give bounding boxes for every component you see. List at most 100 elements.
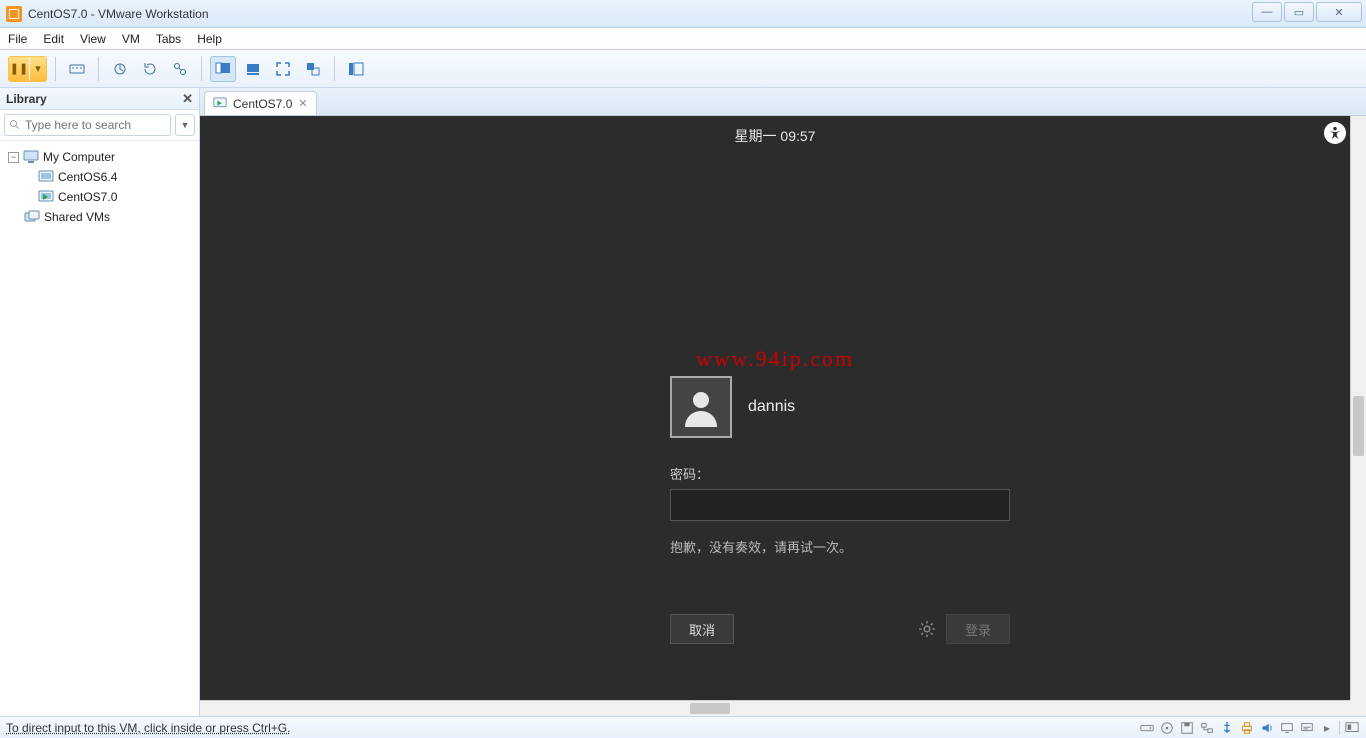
maximize-button[interactable]: ▭: [1284, 2, 1314, 22]
close-button[interactable]: ✕: [1316, 2, 1362, 22]
toolbar-separator: [201, 57, 202, 81]
guest-clock: 星期一 09:57: [200, 126, 1350, 146]
vm-icon: [38, 170, 54, 184]
display-icon[interactable]: [1279, 720, 1295, 736]
library-header: Library ✕: [0, 88, 199, 110]
input-grab-icon[interactable]: [1344, 720, 1360, 736]
app-icon: [6, 6, 22, 22]
vm-tab-centos70[interactable]: CentOS7.0 ✕: [204, 91, 317, 115]
tree-label-centos70: CentOS7.0: [58, 190, 117, 204]
computer-icon: [23, 150, 39, 164]
login-actions: 取消 登录: [670, 614, 1010, 644]
library-panel: Library ✕ ▼ − My Computer CentOS6: [0, 88, 200, 716]
library-search-input[interactable]: [25, 118, 166, 132]
message-icon[interactable]: [1299, 720, 1315, 736]
toolbar-separator: [55, 57, 56, 81]
revert-icon: [142, 61, 158, 77]
scroll-corner: [1350, 700, 1366, 716]
vm-screen-container: 星期一 09:57 www.94ip.com dannis 密码： 抱歉，没有奏…: [200, 116, 1366, 716]
menu-edit[interactable]: Edit: [43, 32, 64, 46]
toolbar: ❚❚ ▾: [0, 50, 1366, 88]
unity-icon: [305, 61, 321, 77]
console-view-icon: [215, 61, 231, 77]
menu-view[interactable]: View: [80, 32, 106, 46]
chevron-right-icon[interactable]: ▸: [1319, 720, 1335, 736]
vm-console[interactable]: 星期一 09:57 www.94ip.com dannis 密码： 抱歉，没有奏…: [200, 116, 1350, 700]
status-device-icons: ▸: [1139, 720, 1360, 736]
username-label: dannis: [748, 398, 795, 416]
login-form: dannis 密码： 抱歉，没有奏效，请再试一次。: [670, 376, 1010, 556]
window-controls: — ▭ ✕: [1252, 2, 1362, 22]
power-dropdown-icon[interactable]: ▾: [30, 57, 46, 81]
unity-button[interactable]: [300, 56, 326, 82]
library-search-dropdown[interactable]: ▼: [175, 114, 195, 136]
tree-node-shared-vms[interactable]: Shared VMs: [4, 207, 195, 227]
revert-snapshot-button[interactable]: [137, 56, 163, 82]
horizontal-scrollbar[interactable]: [200, 700, 1350, 716]
gear-icon[interactable]: [918, 620, 936, 638]
login-error-message: 抱歉，没有奏效，请再试一次。: [670, 537, 1010, 556]
menu-help[interactable]: Help: [197, 32, 222, 46]
login-button[interactable]: 登录: [946, 614, 1010, 644]
login-right-group: 登录: [918, 614, 1010, 644]
user-row: dannis: [670, 376, 1010, 438]
password-label: 密码：: [670, 464, 1010, 483]
snapshot-button[interactable]: [107, 56, 133, 82]
window-title: CentOS7.0 - VMware Workstation: [28, 7, 209, 21]
snapshot-manager-icon: [172, 61, 188, 77]
scrollbar-thumb[interactable]: [690, 703, 730, 714]
harddisk-icon[interactable]: [1139, 720, 1155, 736]
snapshot-manager-button[interactable]: [167, 56, 193, 82]
tab-close-button[interactable]: ✕: [298, 97, 307, 110]
fullscreen-button[interactable]: [270, 56, 296, 82]
menu-vm[interactable]: VM: [122, 32, 140, 46]
watermark-text: www.94ip.com: [200, 346, 1350, 372]
statusbar: To direct input to this VM, click inside…: [0, 716, 1366, 738]
titlebar: CentOS7.0 - VMware Workstation — ▭ ✕: [0, 0, 1366, 28]
tree-node-my-computer[interactable]: − My Computer: [4, 147, 195, 167]
sound-icon[interactable]: [1259, 720, 1275, 736]
power-on-icon[interactable]: ❚❚: [9, 57, 29, 81]
status-hint: To direct input to this VM, click inside…: [6, 721, 290, 735]
menubar: File Edit View VM Tabs Help: [0, 28, 1366, 50]
library-toggle-icon: [348, 61, 364, 77]
menu-file[interactable]: File: [8, 32, 27, 46]
printer-icon[interactable]: [1239, 720, 1255, 736]
power-control[interactable]: ❚❚ ▾: [8, 56, 47, 82]
network-icon[interactable]: [1199, 720, 1215, 736]
user-icon: [681, 387, 721, 427]
password-input[interactable]: [670, 489, 1010, 521]
vm-tabbar: CentOS7.0 ✕: [200, 88, 1366, 116]
scrollbar-thumb[interactable]: [1353, 396, 1364, 456]
library-search-box[interactable]: [4, 114, 171, 136]
menu-tabs[interactable]: Tabs: [156, 32, 181, 46]
show-console-button[interactable]: [210, 56, 236, 82]
fullscreen-icon: [275, 61, 291, 77]
thumbnail-icon: [245, 61, 261, 77]
toolbar-separator: [98, 57, 99, 81]
search-icon: [9, 119, 21, 131]
thumbnail-view-button[interactable]: [240, 56, 266, 82]
tree-node-centos64[interactable]: CentOS6.4: [4, 167, 195, 187]
floppy-icon[interactable]: [1179, 720, 1195, 736]
accessibility-icon[interactable]: [1324, 122, 1346, 144]
toggle-library-button[interactable]: [343, 56, 369, 82]
tree-label-my-computer: My Computer: [43, 150, 115, 164]
vertical-scrollbar[interactable]: [1350, 116, 1366, 700]
collapse-icon[interactable]: −: [8, 152, 19, 163]
minimize-button[interactable]: —: [1252, 2, 1282, 22]
usb-icon[interactable]: [1219, 720, 1235, 736]
tree-label-centos64: CentOS6.4: [58, 170, 117, 184]
toolbar-separator: [334, 57, 335, 81]
cancel-button[interactable]: 取消: [670, 614, 734, 644]
send-ctrl-alt-del-button[interactable]: [64, 56, 90, 82]
library-tree: − My Computer CentOS6.4 CentOS7.0: [0, 141, 199, 233]
vm-running-icon: [38, 190, 54, 204]
library-search-row: ▼: [0, 110, 199, 141]
cdrom-icon[interactable]: [1159, 720, 1175, 736]
library-close-button[interactable]: ✕: [182, 91, 193, 107]
vm-tab-label: CentOS7.0: [233, 97, 292, 111]
library-title: Library: [6, 92, 47, 106]
content-area: CentOS7.0 ✕ 星期一 09:57 www.94ip.com danni…: [200, 88, 1366, 716]
tree-node-centos70[interactable]: CentOS7.0: [4, 187, 195, 207]
